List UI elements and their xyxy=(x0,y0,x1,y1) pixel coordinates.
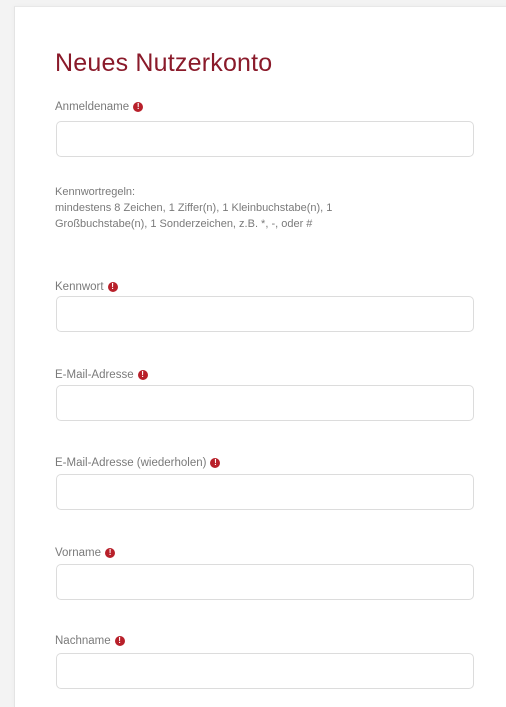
page-title: Neues Nutzerkonto xyxy=(55,49,273,77)
email-repeat-label: E-Mail-Adresse (wiederholen) ! xyxy=(55,457,221,469)
email-repeat-label-text: E-Mail-Adresse (wiederholen) xyxy=(55,457,207,469)
required-icon: ! xyxy=(133,102,144,112)
required-icon: ! xyxy=(114,636,125,646)
password-rules-line: Großbuchstabe(n), 1 Sonderzeichen, z.B. … xyxy=(55,218,313,230)
username-label-text: Anmeldename xyxy=(55,101,130,113)
required-icon: ! xyxy=(137,370,148,380)
password-rules: Kennwortregeln: mindestens 8 Zeichen, 1 … xyxy=(55,184,475,232)
password-rules-heading: Kennwortregeln: xyxy=(55,186,136,198)
lastname-label: Nachname ! xyxy=(55,635,125,647)
required-icon: ! xyxy=(107,282,118,292)
email-label: E-Mail-Adresse ! xyxy=(55,369,148,381)
username-label: Anmeldename ! xyxy=(55,101,144,113)
required-icon: ! xyxy=(105,548,116,558)
password-label: Kennwort ! xyxy=(55,281,118,293)
email-repeat-input[interactable] xyxy=(56,474,474,510)
signup-form-card: Neues Nutzerkonto Anmeldename ! Kennwort… xyxy=(14,6,506,707)
email-input[interactable] xyxy=(56,385,474,421)
email-label-text: E-Mail-Adresse xyxy=(55,369,134,381)
lastname-input[interactable] xyxy=(56,653,474,689)
firstname-label: Vorname ! xyxy=(55,547,116,559)
username-input[interactable] xyxy=(56,121,474,157)
firstname-input[interactable] xyxy=(56,564,474,600)
password-input[interactable] xyxy=(56,296,474,332)
lastname-label-text: Nachname xyxy=(55,635,111,647)
required-icon: ! xyxy=(210,458,221,468)
firstname-label-text: Vorname xyxy=(55,547,102,559)
password-rules-line: mindestens 8 Zeichen, 1 Ziffer(n), 1 Kle… xyxy=(55,202,333,214)
password-label-text: Kennwort xyxy=(55,281,104,293)
